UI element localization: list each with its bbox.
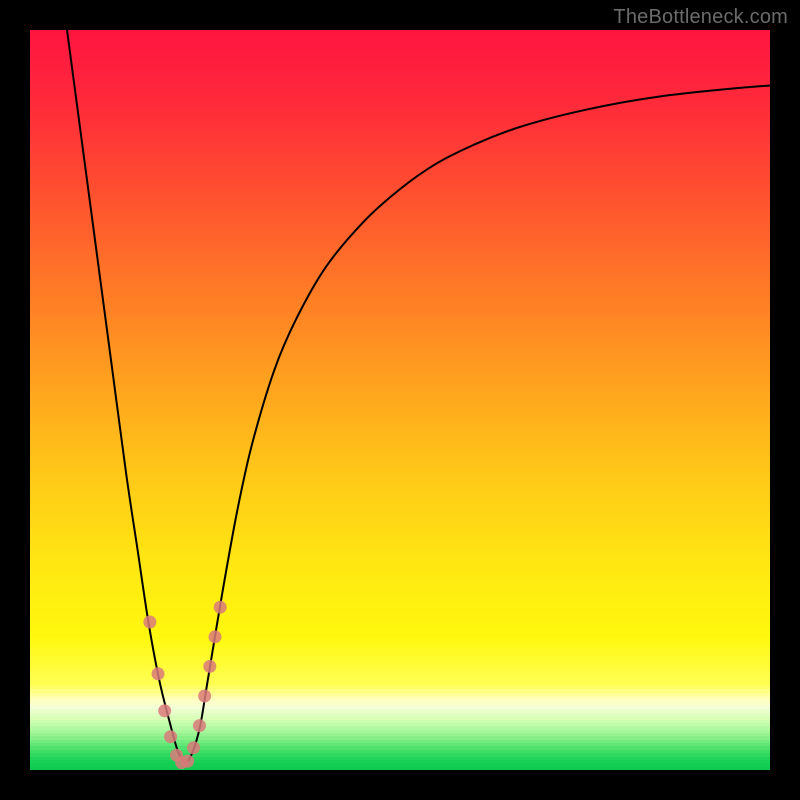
plot-area bbox=[30, 30, 770, 770]
bottleneck-curve bbox=[67, 30, 770, 763]
marker-dot bbox=[143, 616, 156, 629]
marker-dot bbox=[187, 741, 200, 754]
marker-dot bbox=[181, 755, 194, 768]
marker-dot bbox=[193, 719, 206, 732]
marker-dot bbox=[214, 601, 227, 614]
marker-dot bbox=[203, 660, 216, 673]
marker-dot bbox=[158, 704, 171, 717]
watermark-text: TheBottleneck.com bbox=[613, 6, 788, 29]
marker-dot bbox=[164, 730, 177, 743]
marker-dot bbox=[209, 630, 222, 643]
marker-dot bbox=[198, 690, 211, 703]
chart-frame: TheBottleneck.com bbox=[0, 0, 800, 800]
curve-layer bbox=[30, 30, 770, 770]
marker-dot bbox=[152, 667, 165, 680]
